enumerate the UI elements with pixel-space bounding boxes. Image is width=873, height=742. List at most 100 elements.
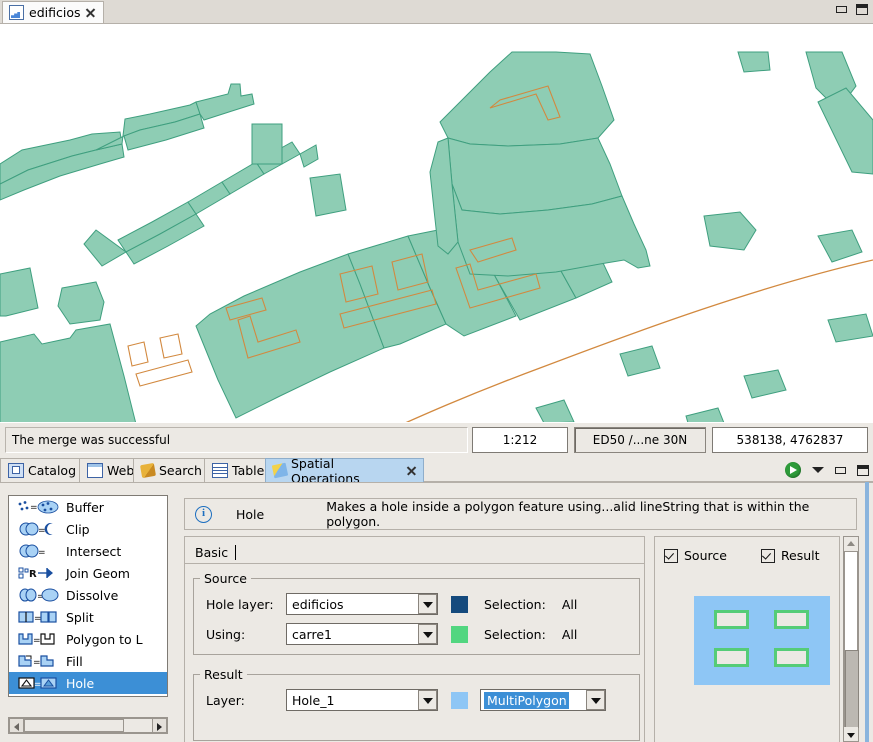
hole-layer-combobox[interactable]: edificios bbox=[286, 593, 438, 615]
using-value[interactable]: carre1 bbox=[287, 627, 418, 642]
tab-web[interactable]: Web bbox=[79, 458, 134, 482]
hole-layer-value: edificios bbox=[292, 596, 344, 612]
map-canvas[interactable] bbox=[0, 23, 873, 422]
panel-toolbar bbox=[785, 459, 869, 481]
scroll-right-icon[interactable] bbox=[152, 718, 167, 733]
operation-item-hole[interactable]: = Hole bbox=[9, 672, 167, 694]
chevron-down-icon[interactable] bbox=[418, 690, 437, 710]
operation-label: Polygon to L bbox=[66, 631, 143, 647]
using-color-swatch[interactable] bbox=[451, 625, 468, 643]
hole-layer-color-swatch[interactable] bbox=[451, 595, 468, 613]
operation-label: Split bbox=[66, 609, 94, 625]
preview-result-checkbox[interactable]: Result bbox=[760, 548, 820, 563]
geometry-type-value: MultiPolygon bbox=[484, 691, 569, 709]
coordinates-field: 538138, 4762837 bbox=[712, 426, 868, 453]
result-group-legend: Result bbox=[204, 667, 243, 682]
maximize-icon[interactable] bbox=[856, 4, 868, 15]
tab-table[interactable]: Table bbox=[204, 458, 266, 482]
selection-label: Selection: bbox=[484, 596, 546, 612]
panel-vscrollbar[interactable] bbox=[843, 536, 859, 742]
selection-value: All bbox=[561, 596, 578, 612]
operation-preview: Source Result bbox=[654, 536, 840, 742]
result-layer-combobox[interactable]: Hole_1 bbox=[286, 689, 438, 711]
hscrollbar-thumb[interactable] bbox=[24, 719, 124, 732]
web-icon bbox=[87, 463, 103, 478]
chevron-down-icon[interactable] bbox=[586, 690, 605, 710]
operation-item-intersect[interactable]: = Intersect bbox=[9, 540, 167, 562]
using-combobox[interactable]: carre1 bbox=[286, 623, 438, 645]
checkbox-icon[interactable] bbox=[760, 548, 775, 563]
dissolve-icon: = bbox=[19, 588, 59, 602]
operation-label: Join Geom bbox=[66, 565, 130, 581]
search-icon bbox=[139, 462, 157, 479]
vscrollbar-thumb[interactable] bbox=[845, 650, 859, 728]
operations-list[interactable]: = Buffer = Clip = Intersect R Join Geom … bbox=[8, 495, 168, 697]
spatial-operations-icon bbox=[271, 462, 289, 479]
tab-catalog[interactable]: Catalog bbox=[0, 458, 80, 482]
panel-edge-accent bbox=[865, 482, 869, 742]
close-icon[interactable] bbox=[406, 465, 416, 476]
result-layer-value: Hole_1 bbox=[292, 692, 335, 708]
source-group-legend: Source bbox=[204, 571, 247, 586]
polygon-to-line-icon: = bbox=[18, 633, 55, 646]
operation-item-polygon-to-line[interactable]: = Polygon to L bbox=[9, 628, 167, 650]
scroll-down-icon[interactable] bbox=[844, 727, 858, 741]
hole-layer-label: Hole layer: bbox=[206, 596, 274, 612]
geometry-type-combobox[interactable]: MultiPolygon bbox=[480, 689, 606, 711]
result-color-swatch[interactable] bbox=[451, 691, 468, 709]
preview-hole bbox=[714, 648, 749, 667]
tab-basic[interactable]: Basic bbox=[191, 541, 239, 563]
table-icon bbox=[212, 463, 228, 478]
checkbox-icon[interactable] bbox=[664, 548, 678, 563]
svg-text:=: = bbox=[38, 526, 46, 536]
preview-hole bbox=[774, 610, 809, 629]
operation-label: Intersect bbox=[66, 543, 122, 559]
window-controls bbox=[836, 4, 868, 15]
scale-field[interactable]: 1:212 bbox=[472, 426, 568, 453]
description-title: Hole bbox=[236, 506, 265, 522]
preview-hole bbox=[774, 648, 809, 667]
minimize-icon[interactable] bbox=[835, 466, 846, 474]
using-row: Using: carre1 Selection: All bbox=[206, 622, 639, 646]
window-title-bar: edificios bbox=[0, 0, 873, 24]
svg-text:=: = bbox=[33, 658, 41, 668]
maximize-icon[interactable] bbox=[857, 464, 869, 476]
application-window: edificios The merge was successful 1:212… bbox=[0, 0, 873, 742]
crs-button[interactable]: ED50 /...ne 30N bbox=[574, 426, 706, 453]
vscrollbar-track[interactable] bbox=[844, 551, 859, 729]
operation-item-clip[interactable]: = Clip bbox=[9, 518, 167, 540]
operation-item-buffer[interactable]: = Buffer bbox=[9, 496, 167, 518]
svg-text:=: = bbox=[30, 503, 38, 513]
tab-search[interactable]: Search bbox=[133, 458, 205, 482]
tab-table-label: Table bbox=[232, 463, 265, 478]
svg-text:R: R bbox=[29, 569, 37, 580]
close-icon[interactable] bbox=[85, 7, 96, 18]
operation-item-fill[interactable]: = Fill bbox=[9, 650, 167, 672]
map-layer-icon bbox=[9, 5, 24, 20]
scroll-left-icon[interactable] bbox=[9, 718, 24, 733]
status-message: The merge was successful bbox=[5, 426, 468, 453]
hscrollbar-track[interactable] bbox=[24, 718, 152, 733]
preview-source-checkbox[interactable]: Source bbox=[664, 548, 727, 563]
tab-catalog-label: Catalog bbox=[28, 463, 77, 478]
operation-item-dissolve[interactable]: = Dissolve bbox=[9, 584, 167, 606]
chevron-down-icon[interactable] bbox=[418, 624, 437, 644]
minimize-icon[interactable] bbox=[836, 6, 847, 13]
chevron-down-icon[interactable] bbox=[812, 467, 824, 473]
operation-item-split[interactable]: = Split bbox=[9, 606, 167, 628]
operation-label: Clip bbox=[66, 521, 90, 537]
tab-spatial-operations[interactable]: Spatial Operations bbox=[265, 456, 424, 486]
run-button[interactable] bbox=[785, 462, 801, 478]
operation-label: Hole bbox=[66, 675, 95, 691]
operation-form: Basic Source Hole layer: edificios Selec… bbox=[184, 536, 645, 742]
tab-caret bbox=[235, 544, 237, 560]
operations-list-hscrollbar[interactable] bbox=[8, 717, 168, 734]
tab-search-label: Search bbox=[159, 463, 202, 478]
chevron-down-icon[interactable] bbox=[418, 594, 437, 614]
source-group: Source Hole layer: edificios Selection: … bbox=[193, 571, 640, 655]
document-tab-label: edificios bbox=[29, 5, 81, 20]
document-tab-edificios[interactable]: edificios bbox=[2, 1, 105, 23]
join-geom-icon: R bbox=[18, 567, 53, 580]
result-layer-label: Layer: bbox=[206, 692, 245, 708]
operation-item-join-geom[interactable]: R Join Geom bbox=[9, 562, 167, 584]
